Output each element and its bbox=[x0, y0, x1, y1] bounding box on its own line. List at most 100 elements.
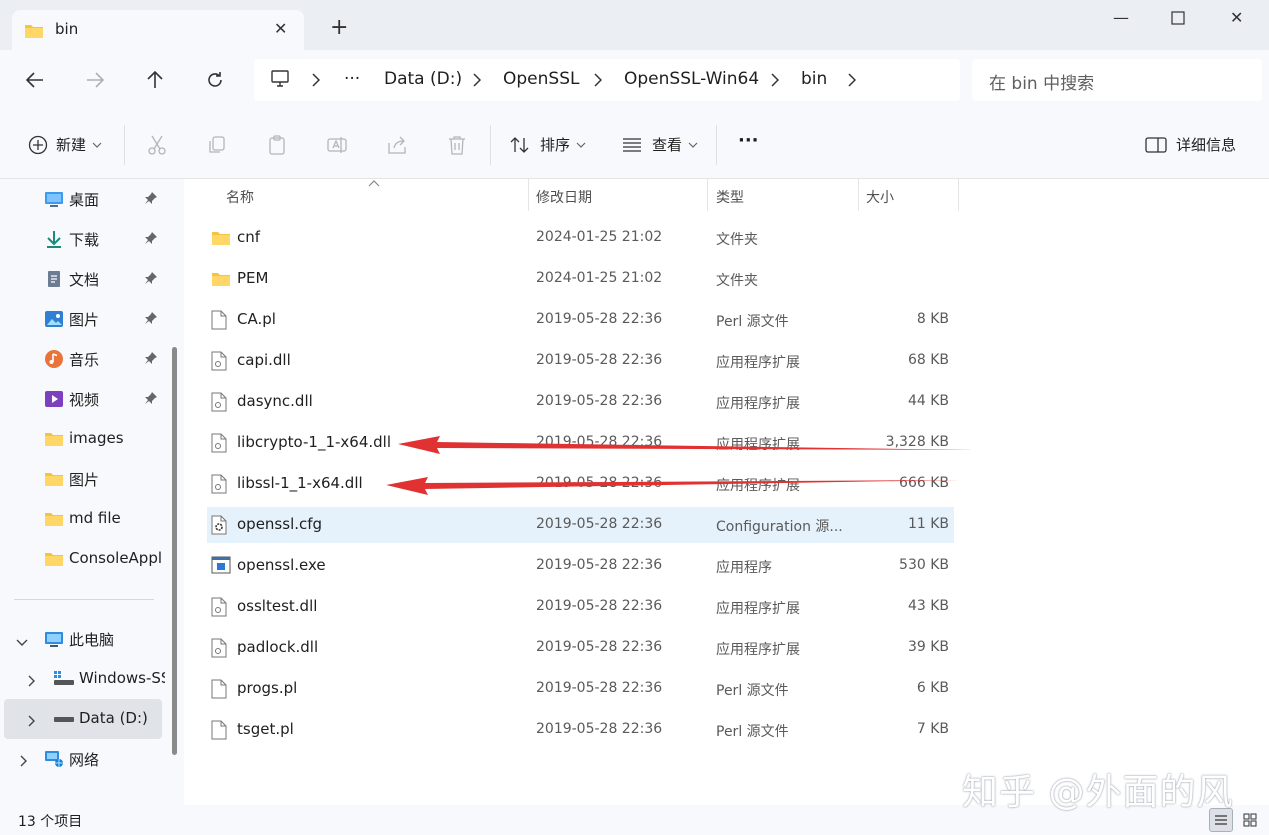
sidebar-item-images[interactable]: images bbox=[0, 419, 170, 459]
view-label: 查看 bbox=[652, 136, 683, 154]
file-row[interactable]: padlock.dll 2019-05-28 22:36 应用程序扩展 39 KB bbox=[207, 630, 954, 666]
address-bar[interactable]: ··· Data (D:) OpenSSL OpenSSL-Win64 bin bbox=[254, 59, 960, 101]
rename-icon[interactable] bbox=[326, 134, 348, 160]
sidebar-item-desktop[interactable]: 桌面 bbox=[0, 179, 170, 219]
sidebar-item-videos[interactable]: 视频 bbox=[0, 379, 170, 419]
column-divider[interactable] bbox=[958, 179, 959, 211]
sidebar-item-network[interactable]: 网络 bbox=[0, 739, 170, 779]
file-type: 应用程序扩展 bbox=[716, 396, 800, 412]
sidebar-item-downloads[interactable]: 下载 bbox=[0, 219, 170, 259]
chevron-right-icon[interactable] bbox=[473, 73, 482, 91]
copy-icon[interactable] bbox=[206, 134, 228, 160]
file-row[interactable]: cnf 2024-01-25 21:02 文件夹 bbox=[207, 220, 954, 256]
view-button[interactable]: 查看 bbox=[622, 134, 698, 155]
file-type: Configuration 源... bbox=[716, 519, 843, 535]
tab-bin[interactable]: bin ✕ bbox=[12, 10, 304, 50]
breadcrumb-openssl[interactable]: OpenSSL bbox=[503, 69, 579, 89]
column-divider[interactable] bbox=[707, 179, 708, 211]
sidebar-item-documents[interactable]: 文档 bbox=[0, 259, 170, 299]
file-name: dasync.dll bbox=[237, 392, 313, 410]
delete-icon[interactable] bbox=[446, 134, 468, 160]
share-icon[interactable] bbox=[386, 134, 408, 160]
pin-icon[interactable] bbox=[144, 271, 158, 289]
pin-icon[interactable] bbox=[144, 351, 158, 369]
paste-icon[interactable] bbox=[266, 134, 288, 160]
file-row[interactable]: tsget.pl 2019-05-28 22:36 Perl 源文件 7 KB bbox=[207, 712, 954, 748]
sidebar-item-label: 图片 bbox=[69, 471, 100, 489]
chevron-right-icon[interactable] bbox=[28, 673, 36, 691]
details-pane-button[interactable]: 详细信息 bbox=[1145, 134, 1236, 155]
sidebar-item-windows-ssd[interactable]: Windows-SSD bbox=[0, 659, 170, 699]
file-date: 2024-01-25 21:02 bbox=[536, 229, 663, 245]
maximize-icon[interactable] bbox=[1171, 10, 1185, 29]
more-options-button[interactable]: ··· bbox=[738, 130, 759, 151]
chevron-right-icon[interactable] bbox=[20, 753, 28, 771]
breadcrumb-data-d[interactable]: Data (D:) bbox=[384, 69, 462, 89]
sidebar-item-pictures[interactable]: 图片 bbox=[0, 299, 170, 339]
exe-icon bbox=[211, 556, 231, 578]
tiles-view-icon[interactable] bbox=[1238, 808, 1262, 832]
column-header-type[interactable]: 类型 bbox=[716, 187, 744, 207]
sidebar-item-pictures-folder[interactable]: 图片 bbox=[0, 459, 170, 499]
column-divider[interactable] bbox=[858, 179, 859, 211]
column-divider[interactable] bbox=[528, 179, 529, 211]
file-row[interactable]: libssl-1_1-x64.dll 2019-05-28 22:36 应用程序扩展… bbox=[207, 466, 954, 502]
back-arrow-icon[interactable] bbox=[24, 69, 46, 91]
file-type: 文件夹 bbox=[716, 273, 758, 289]
new-button[interactable]: 新建 bbox=[28, 134, 102, 155]
close-tab-icon[interactable]: ✕ bbox=[274, 19, 287, 38]
sidebar-item-data-d[interactable]: Data (D:) bbox=[4, 699, 162, 739]
file-date: 2019-05-28 22:36 bbox=[536, 311, 663, 327]
cut-icon[interactable] bbox=[146, 134, 168, 160]
pin-icon[interactable] bbox=[144, 231, 158, 249]
new-tab-button[interactable]: + bbox=[330, 17, 348, 39]
minimize-icon[interactable]: — bbox=[1113, 8, 1129, 27]
pin-icon[interactable] bbox=[144, 191, 158, 209]
file-row[interactable]: progs.pl 2019-05-28 22:36 Perl 源文件 6 KB bbox=[207, 671, 954, 707]
file-row[interactable]: ossltest.dll 2019-05-28 22:36 应用程序扩展 43 KB bbox=[207, 589, 954, 625]
file-row[interactable]: libcrypto-1_1-x64.dll 2019-05-28 22:36 应用程… bbox=[207, 425, 954, 461]
column-header-size[interactable]: 大小 bbox=[866, 187, 894, 207]
file-row[interactable]: CA.pl 2019-05-28 22:36 Perl 源文件 8 KB bbox=[207, 302, 954, 338]
sidebar-item-consoleapp[interactable]: ConsoleAppl bbox=[0, 539, 170, 579]
file-row[interactable]: openssl.cfg 2019-05-28 22:36 Configuration… bbox=[207, 507, 954, 543]
file-type: 应用程序扩展 bbox=[716, 642, 800, 658]
pin-icon[interactable] bbox=[144, 311, 158, 329]
chevron-right-icon[interactable] bbox=[28, 713, 36, 731]
chevron-down-icon[interactable] bbox=[16, 633, 28, 651]
folder-icon bbox=[211, 228, 231, 250]
file-row[interactable]: PEM 2024-01-25 21:02 文件夹 bbox=[207, 261, 954, 297]
file-row[interactable]: capi.dll 2019-05-28 22:36 应用程序扩展 68 KB bbox=[207, 343, 954, 379]
chevron-right-icon[interactable] bbox=[594, 73, 603, 91]
file-size: 68 KB bbox=[907, 352, 949, 368]
sidebar-divider bbox=[14, 599, 154, 600]
file-row[interactable]: dasync.dll 2019-05-28 22:36 应用程序扩展 44 KB bbox=[207, 384, 954, 420]
chevron-right-icon[interactable] bbox=[848, 73, 857, 91]
chevron-right-icon[interactable] bbox=[771, 73, 780, 91]
sidebar-item-label: Data (D:) bbox=[79, 709, 148, 727]
file-size: 6 KB bbox=[916, 680, 949, 696]
file-type: 应用程序扩展 bbox=[716, 355, 800, 371]
file-type: 应用程序 bbox=[716, 560, 772, 576]
chevron-right-icon[interactable] bbox=[312, 73, 321, 91]
sidebar-item-this-pc[interactable]: 此电脑 bbox=[0, 619, 170, 659]
column-header-name[interactable]: 名称 bbox=[226, 187, 254, 207]
close-window-icon[interactable]: ✕ bbox=[1230, 8, 1243, 27]
sidebar-scrollbar[interactable] bbox=[172, 347, 177, 755]
breadcrumb-bin[interactable]: bin bbox=[801, 69, 827, 89]
file-row[interactable]: openssl.exe 2019-05-28 22:36 应用程序 530 KB bbox=[207, 548, 954, 584]
search-input[interactable]: 在 bin 中搜索 bbox=[989, 69, 1094, 94]
pin-icon[interactable] bbox=[144, 391, 158, 409]
up-arrow-icon[interactable] bbox=[144, 69, 166, 91]
sidebar-item-music[interactable]: 音乐 bbox=[0, 339, 170, 379]
file-size: 11 KB bbox=[907, 516, 949, 532]
breadcrumb-overflow[interactable]: ··· bbox=[344, 69, 360, 89]
forward-arrow-icon[interactable] bbox=[84, 69, 106, 91]
sidebar-item-md-file[interactable]: md file bbox=[0, 499, 170, 539]
breadcrumb-openssl-win64[interactable]: OpenSSL-Win64 bbox=[624, 69, 759, 89]
sort-button[interactable]: 排序 bbox=[510, 134, 586, 155]
search-box[interactable]: 在 bin 中搜索 bbox=[972, 59, 1262, 101]
refresh-icon[interactable] bbox=[204, 69, 226, 91]
file-date: 2019-05-28 22:36 bbox=[536, 557, 663, 573]
column-header-date[interactable]: 修改日期 bbox=[536, 187, 592, 207]
